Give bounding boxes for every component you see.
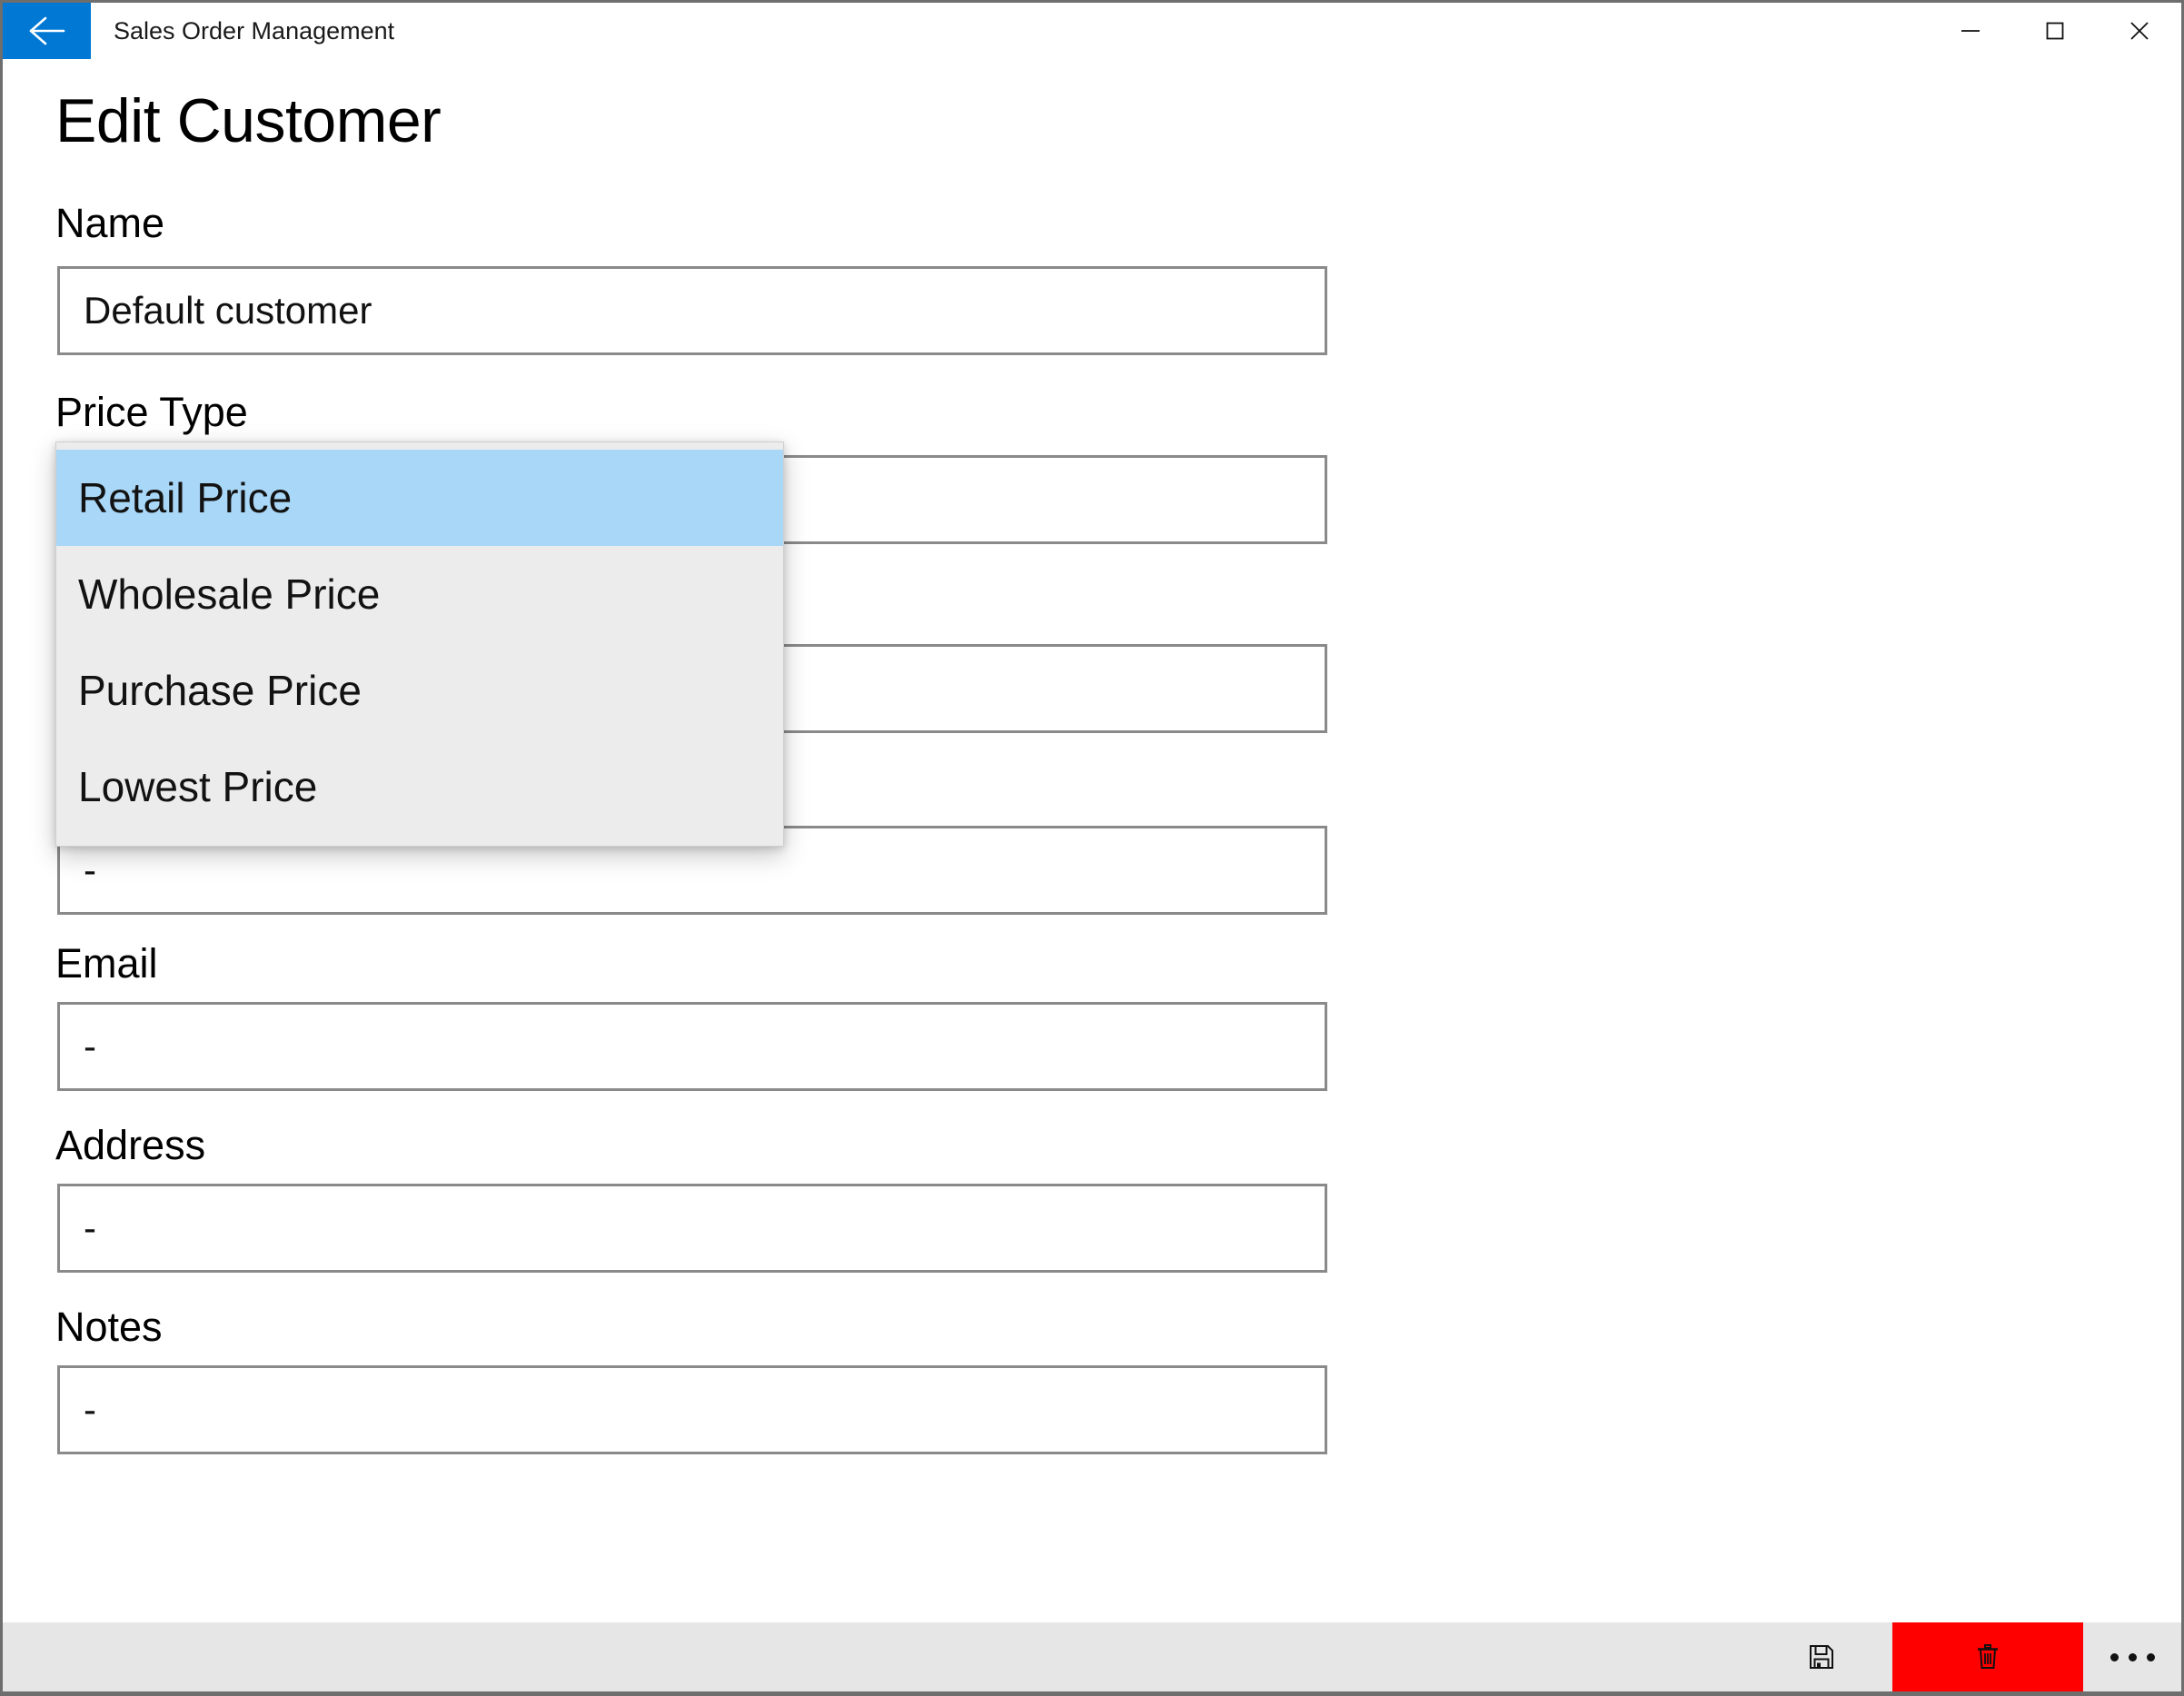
page-title: Edit Customer xyxy=(55,86,442,155)
dropdown-item-purchase-price[interactable]: Purchase Price xyxy=(56,642,783,739)
back-button[interactable] xyxy=(3,3,91,59)
more-button[interactable] xyxy=(2083,1622,2181,1691)
command-bar xyxy=(3,1622,2181,1691)
ellipsis-dot xyxy=(2146,1652,2155,1661)
price-type-dropdown-list[interactable]: Retail Price Wholesale Price Purchase Pr… xyxy=(55,441,784,847)
minimize-button[interactable] xyxy=(1928,3,2012,59)
minimize-icon xyxy=(1955,15,1986,46)
maximize-button[interactable] xyxy=(2012,3,2097,59)
field-label-notes: Notes xyxy=(55,1304,163,1350)
app-title: Sales Order Management xyxy=(114,17,395,45)
email-input[interactable]: - xyxy=(57,1002,1327,1091)
email-input-value: - xyxy=(84,1027,96,1066)
address-input[interactable]: - xyxy=(57,1184,1327,1273)
save-floppy-icon xyxy=(1806,1641,1837,1672)
ellipsis-dot xyxy=(2110,1652,2119,1661)
field-label-email: Email xyxy=(55,940,158,987)
save-button[interactable] xyxy=(1750,1622,1892,1691)
dropdown-item-label: Retail Price xyxy=(78,474,293,521)
dropdown-item-retail-price[interactable]: Retail Price xyxy=(56,450,783,546)
back-arrow-icon xyxy=(24,13,71,49)
field-label-name: Name xyxy=(55,200,165,246)
name-input[interactable]: Default customer xyxy=(57,266,1327,355)
delete-trash-icon xyxy=(1972,1641,2003,1672)
field-label-address: Address xyxy=(55,1122,206,1168)
field-label-price-type: Price Type xyxy=(55,389,248,435)
obscured-input-2-value: - xyxy=(84,851,96,889)
dropdown-item-label: Wholesale Price xyxy=(78,570,381,618)
dropdown-item-lowest-price[interactable]: Lowest Price xyxy=(56,739,783,835)
close-icon xyxy=(2124,15,2155,46)
notes-input-value: - xyxy=(84,1391,96,1429)
close-button[interactable] xyxy=(2097,3,2181,59)
more-ellipsis-icon xyxy=(2110,1652,2155,1661)
ellipsis-dot xyxy=(2128,1652,2137,1661)
dropdown-item-label: Purchase Price xyxy=(78,667,362,714)
maximize-icon xyxy=(2040,15,2070,46)
name-input-value: Default customer xyxy=(84,292,372,330)
address-input-value: - xyxy=(84,1209,96,1247)
app-window: Sales Order Management Edit Customer Nam… xyxy=(0,0,2184,1696)
dropdown-item-wholesale-price[interactable]: Wholesale Price xyxy=(56,546,783,642)
command-bar-spacer xyxy=(3,1622,1750,1691)
notes-input[interactable]: - xyxy=(57,1365,1327,1454)
title-bar: Sales Order Management xyxy=(3,3,2181,59)
dropdown-item-label: Lowest Price xyxy=(78,763,318,810)
delete-button[interactable] xyxy=(1892,1622,2083,1691)
